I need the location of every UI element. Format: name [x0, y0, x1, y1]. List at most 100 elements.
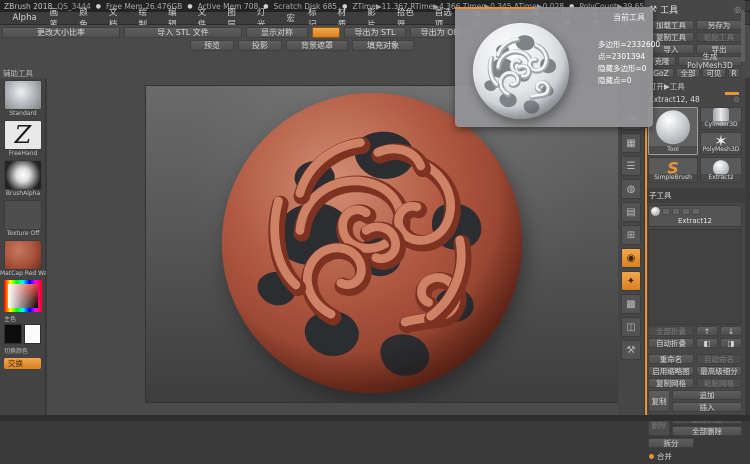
- current-tool-panel: 当前工具 多边形=2332600 点=2301394 隐藏多边形=0 隐藏点=0: [455, 7, 660, 127]
- point-count: 点=2301394: [598, 52, 646, 61]
- tool-inventory: Tool Cylinder3D ✶ PolyMesh3D S SimpleBru…: [645, 105, 745, 185]
- copy-mesh-button[interactable]: 复制网格: [648, 378, 694, 388]
- floor-grid-button[interactable]: ⊞: [621, 225, 641, 245]
- paste-mesh-button[interactable]: 粘贴网格: [696, 378, 742, 388]
- save-as-button[interactable]: 另存为: [696, 20, 742, 30]
- canvas-area: [47, 78, 640, 415]
- switch-color-label: 切换颜色: [4, 348, 29, 355]
- tool-slot-extract2[interactable]: Extract2: [700, 157, 742, 183]
- tool-slot-cylinder3d[interactable]: Cylinder3D: [700, 107, 742, 130]
- brush-selector-standard[interactable]: Standard: [0, 78, 46, 118]
- project-button[interactable]: 投影: [238, 40, 282, 51]
- tool-slot-active[interactable]: Tool: [648, 107, 698, 155]
- ghost-button[interactable]: ◫: [621, 317, 641, 337]
- goz-visible-button[interactable]: 可见: [702, 68, 726, 78]
- local-symmetry-button[interactable]: ◍: [621, 179, 641, 199]
- enable-thumbnail-button[interactable]: 启用缩略图: [648, 366, 694, 376]
- import-stl-button[interactable]: 导入 STL 文件: [124, 27, 242, 38]
- document-canvas[interactable]: [146, 86, 640, 402]
- fold-all-button[interactable]: 全部折叠: [648, 326, 694, 336]
- standard-brush-thumbnail: [4, 80, 42, 110]
- main-color-label: 主色: [4, 316, 17, 323]
- auto-fold-button[interactable]: 自动折叠: [648, 338, 694, 348]
- paste-tool-button[interactable]: 粘贴工具: [696, 32, 742, 42]
- preview-button[interactable]: 预览: [190, 40, 234, 51]
- swap-color-button[interactable]: 交换: [4, 358, 41, 369]
- current-tool-title: 当前工具: [613, 13, 645, 22]
- tool-palette-title: 工具: [660, 6, 679, 16]
- back-mask-button[interactable]: 背景遮罩: [286, 40, 348, 51]
- sphere-tool-icon: [656, 109, 690, 144]
- subtool-list-empty-area[interactable]: [648, 229, 742, 325]
- menu-item-alpha[interactable]: Alpha: [6, 13, 43, 23]
- split-button[interactable]: 拆分: [648, 438, 694, 448]
- xpose-button[interactable]: ⚒: [621, 340, 641, 360]
- menu-item-macro[interactable]: 宏: [280, 12, 302, 24]
- bottom-bar: [0, 415, 750, 421]
- saturation-value-square[interactable]: [7, 284, 38, 308]
- active-tool-name-row[interactable]: Extract12, 48: [645, 92, 745, 105]
- polygon-count: 多边形=2332600: [598, 40, 661, 49]
- tool-slot-simplebrush[interactable]: S SimpleBrush: [648, 157, 698, 183]
- move-subtool-down-button[interactable]: ↓: [720, 326, 742, 336]
- paintbrush-icon[interactable]: [672, 208, 680, 215]
- load-tool-button[interactable]: 加载工具: [648, 20, 694, 30]
- perspective-button[interactable]: ▤: [621, 202, 641, 222]
- mini-slider[interactable]: [725, 92, 739, 95]
- current-tool-preview[interactable]: [471, 21, 571, 121]
- actual-size-button[interactable]: ▦: [621, 133, 641, 153]
- show-symmetry-button[interactable]: 显示对称: [246, 27, 308, 38]
- polypaint-icon[interactable]: [682, 208, 690, 215]
- duplicate-button[interactable]: 复制: [648, 390, 670, 412]
- eye-icon[interactable]: [662, 208, 670, 215]
- transparency-button[interactable]: ▩: [621, 294, 641, 314]
- fill-object-button[interactable]: 填充对象: [352, 40, 414, 51]
- secondary-color-swatch[interactable]: [23, 324, 41, 344]
- uv-icon[interactable]: [692, 208, 700, 215]
- subtool-thumbnail: [651, 207, 660, 216]
- solo-button[interactable]: ✦: [621, 271, 641, 291]
- polyframe-button[interactable]: ◉: [621, 248, 641, 268]
- material-selector[interactable]: MatCap Red Wax: [0, 238, 46, 278]
- color-picker[interactable]: [3, 280, 42, 312]
- subtool-section-header[interactable]: 子工具: [645, 188, 745, 203]
- hidden-point-count: 隐藏点=0: [598, 76, 632, 85]
- export-stl-chip[interactable]: [312, 27, 340, 38]
- alpha-selector[interactable]: BrushAlpha: [0, 158, 46, 198]
- subtool-list-item[interactable]: Extract12: [648, 205, 742, 227]
- append-button[interactable]: 追加: [672, 390, 742, 400]
- export-stl-button[interactable]: 导出为 STL: [344, 27, 406, 38]
- auto-rename-button[interactable]: 自动命名: [696, 354, 742, 364]
- matcap-red-wax-thumbnail: [4, 240, 42, 270]
- texture-off-thumbnail: [4, 200, 42, 230]
- goz-r-button[interactable]: R: [728, 68, 740, 78]
- move-subtool-up-button[interactable]: ↑: [696, 326, 718, 336]
- fold-left-icon-button[interactable]: ◧: [696, 338, 718, 348]
- resize-document-button[interactable]: 更改大小比率: [2, 27, 120, 38]
- tool-refresh-icon[interactable]: [732, 95, 741, 104]
- texture-selector[interactable]: Texture Off: [0, 198, 46, 238]
- section-bullet-icon: [649, 454, 654, 459]
- merge-section-header[interactable]: 合并: [645, 449, 745, 464]
- quicksave-button[interactable]: QuickSave: [744, 1, 750, 11]
- sculpted-sphere-model[interactable]: [216, 87, 528, 399]
- mesh-statistics: 多边形=2332600 点=2301394 隐藏多边形=0 隐藏点=0: [598, 39, 660, 87]
- brush-alpha-thumbnail: [4, 160, 42, 190]
- color-swatches: [0, 324, 45, 344]
- make-polymesh3d-button[interactable]: 生成 PolyMesh3D: [678, 52, 742, 70]
- rename-button[interactable]: 重命名: [648, 354, 694, 364]
- panel-accent-line: [455, 7, 535, 9]
- insert-button[interactable]: 插入: [672, 402, 742, 412]
- tool-slot-polymesh3d[interactable]: ✶ PolyMesh3D: [700, 132, 742, 155]
- hidden-polygon-count: 隐藏多边形=0: [598, 64, 647, 73]
- delete-all-button[interactable]: 全部删除: [672, 426, 742, 436]
- fold-right-icon-button[interactable]: ◨: [720, 338, 742, 348]
- highest-subdiv-button[interactable]: 最高级细分: [696, 366, 742, 376]
- panel-scrollbar[interactable]: [741, 10, 745, 62]
- stroke-selector-freehand[interactable]: Z FreeHand: [0, 118, 46, 158]
- gear-icon[interactable]: ◎: [734, 5, 741, 14]
- subtool-name: Extract12: [678, 217, 712, 225]
- goz-all-button[interactable]: 全部: [676, 68, 700, 78]
- primary-color-swatch[interactable]: [4, 324, 22, 344]
- frame-button[interactable]: ☰: [621, 156, 641, 176]
